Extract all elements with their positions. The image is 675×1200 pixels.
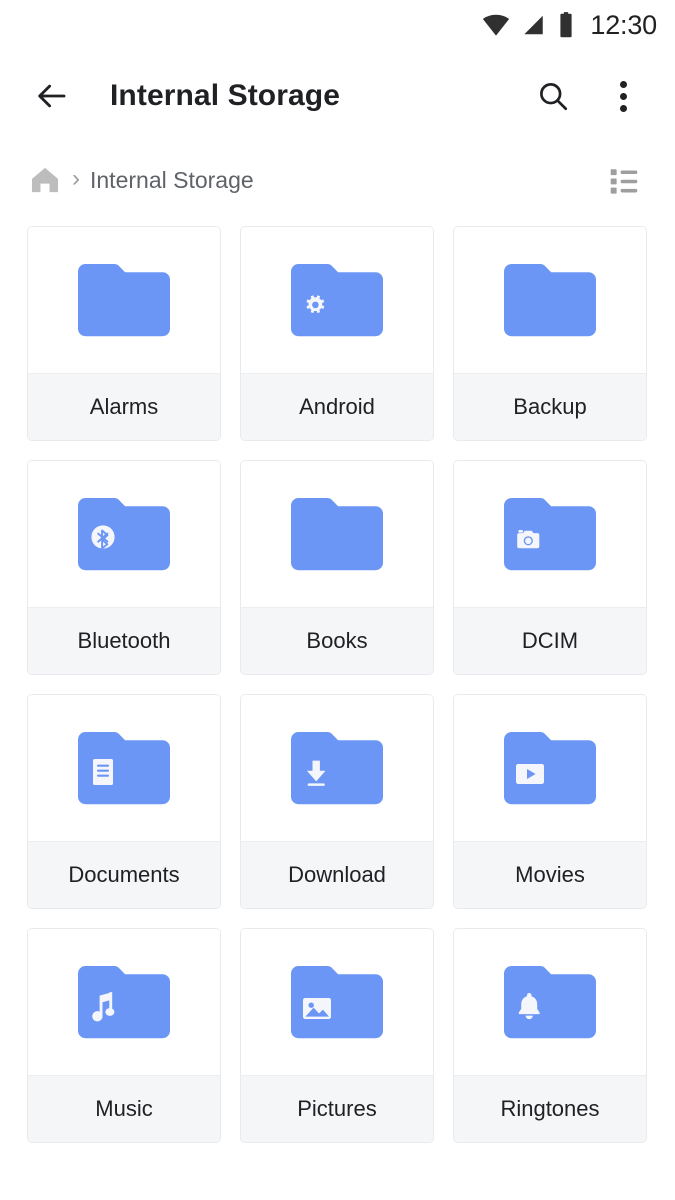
folder-card[interactable]: Movies: [453, 694, 647, 909]
back-arrow-icon: [38, 84, 66, 108]
folder-label: Backup: [454, 373, 646, 440]
back-button[interactable]: [26, 70, 78, 122]
wifi-icon: [483, 14, 510, 36]
cellular-signal-icon: [524, 15, 544, 35]
folder-label: Download: [241, 841, 433, 908]
folder-card[interactable]: Pictures: [240, 928, 434, 1143]
bluetooth-badge-icon: [91, 525, 115, 550]
folder-card[interactable]: Books: [240, 460, 434, 675]
folder-label: Pictures: [241, 1075, 433, 1142]
folder-icon: [504, 732, 596, 805]
more-vertical-icon: [619, 80, 627, 88]
home-icon[interactable]: [28, 163, 62, 197]
folder-thumbnail: [28, 461, 220, 607]
app-bar: Internal Storage: [0, 50, 675, 142]
play-badge-icon: [516, 764, 544, 784]
breadcrumb-current[interactable]: Internal Storage: [90, 167, 254, 194]
folder-thumbnail: [454, 227, 646, 373]
folder-label: Music: [28, 1075, 220, 1142]
folder-label: Documents: [28, 841, 220, 908]
breadcrumb: › Internal Storage: [0, 142, 675, 218]
folder-icon: [291, 966, 383, 1039]
folder-card[interactable]: Music: [27, 928, 221, 1143]
folder-card[interactable]: Download: [240, 694, 434, 909]
folder-label: Alarms: [28, 373, 220, 440]
battery-full-icon: [560, 12, 573, 38]
search-button[interactable]: [527, 70, 579, 122]
folder-thumbnail: [28, 929, 220, 1075]
folder-thumbnail: [241, 227, 433, 373]
folder-thumbnail: [241, 461, 433, 607]
folder-label: DCIM: [454, 607, 646, 674]
folder-icon: [504, 966, 596, 1039]
search-icon: [540, 83, 568, 111]
more-vertical-icon: [619, 92, 627, 100]
folder-thumbnail: [241, 695, 433, 841]
folder-icon: [78, 264, 170, 337]
folder-grid: Alarms Android Backup Bluetooth Books DC…: [0, 218, 675, 1143]
folder-thumbnail: [454, 461, 646, 607]
folder-card[interactable]: Alarms: [27, 226, 221, 441]
folder-icon: [78, 498, 170, 571]
folder-label: Android: [241, 373, 433, 440]
folder-card[interactable]: Documents: [27, 694, 221, 909]
folder-thumbnail: [454, 929, 646, 1075]
folder-label: Movies: [454, 841, 646, 908]
list-view-icon: [610, 169, 638, 194]
folder-card[interactable]: Bluetooth: [27, 460, 221, 675]
folder-card[interactable]: DCIM: [453, 460, 647, 675]
folder-icon: [291, 264, 383, 337]
folder-label: Ringtones: [454, 1075, 646, 1142]
folder-icon: [291, 732, 383, 805]
folder-label: Books: [241, 607, 433, 674]
breadcrumb-path: › Internal Storage: [28, 163, 601, 197]
folder-icon: [291, 498, 383, 571]
status-bar: 12:30: [0, 0, 675, 50]
folder-icon: [78, 732, 170, 805]
folder-card[interactable]: Android: [240, 226, 434, 441]
folder-thumbnail: [28, 695, 220, 841]
folder-label: Bluetooth: [28, 607, 220, 674]
folder-icon: [78, 966, 170, 1039]
folder-thumbnail: [28, 227, 220, 373]
view-toggle-button[interactable]: [601, 157, 647, 203]
folder-card[interactable]: Ringtones: [453, 928, 647, 1143]
app-bar-actions: [527, 70, 649, 122]
folder-icon: [504, 264, 596, 337]
more-vertical-icon: [619, 104, 627, 112]
folder-thumbnail: [241, 929, 433, 1075]
folder-thumbnail: [454, 695, 646, 841]
overflow-menu-button[interactable]: [597, 70, 649, 122]
page-title: Internal Storage: [110, 79, 340, 112]
document-badge-icon: [93, 759, 113, 785]
folder-card[interactable]: Backup: [453, 226, 647, 441]
status-time: 12:30: [590, 9, 657, 40]
image-badge-icon: [303, 998, 331, 1019]
folder-icon: [504, 498, 596, 571]
breadcrumb-separator: ›: [72, 165, 80, 192]
